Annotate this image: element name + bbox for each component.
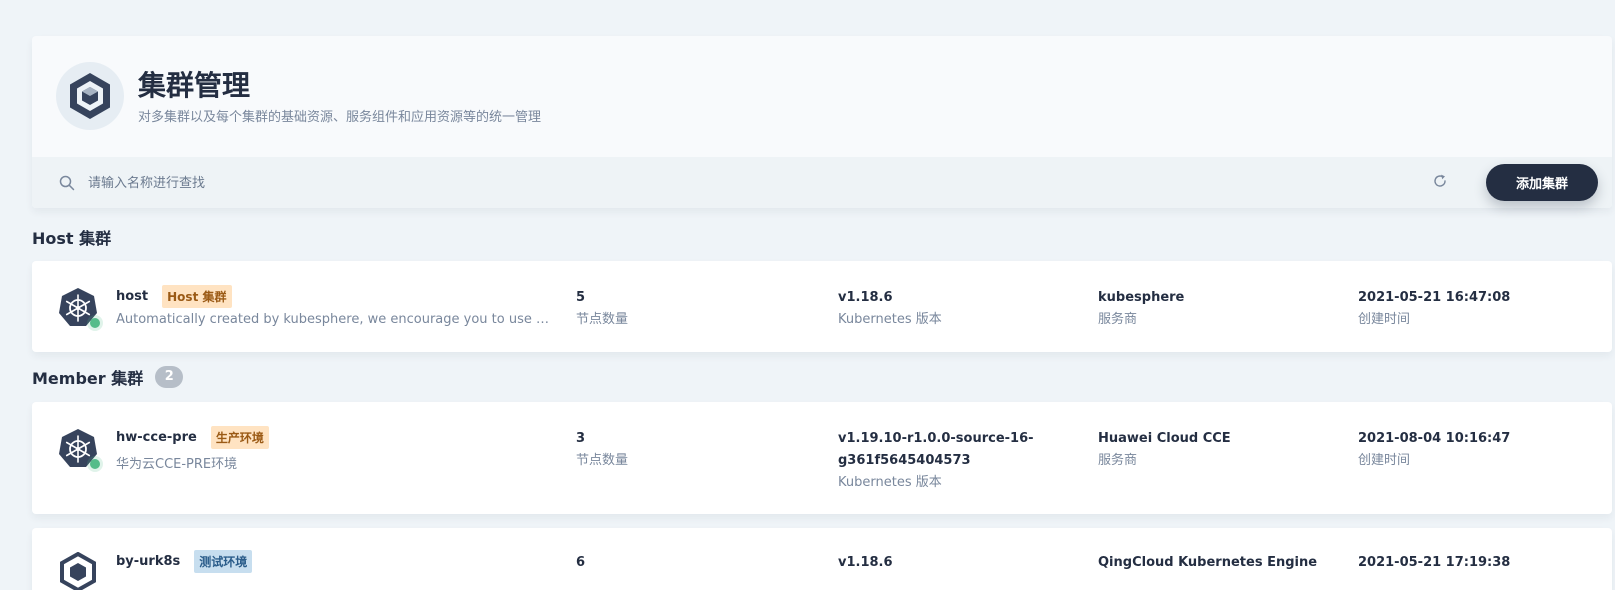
host-section-title: Host 集群 [32,225,111,249]
version-column: v1.18.6 Kubernetes 版本 [838,287,1038,331]
node-count: 5 [576,290,586,305]
cluster-description: Automatically created by kubesphere, we … [116,312,551,327]
created-column: 2021-05-21 17:19:38 [1358,552,1510,574]
cluster-name[interactable]: host [116,289,148,304]
created-column: 2021-08-04 10:16:47 创建时间 [1358,428,1510,472]
provider-label: 服务商 [1098,312,1138,327]
cluster-name[interactable]: hw-cce-pre [116,430,197,445]
cluster-card-host[interactable]: host Host 集群 Automatically created by ku… [32,261,1612,352]
cluster-name-row: hw-cce-pre 生产环境 [116,426,269,449]
created-time: 2021-08-04 10:16:47 [1358,431,1511,446]
page-description: 对多集群以及每个集群的基础资源、服务组件和应用资源等的统一管理 [138,110,542,125]
created-time-label: 创建时间 [1358,453,1411,468]
provider: Huawei Cloud CCE [1098,431,1231,446]
refresh-icon[interactable] [1432,173,1448,189]
node-count-column: 6 [576,552,585,574]
cluster-icon [60,552,96,590]
search-toolbar [32,157,1612,208]
cluster-card-by-urk8s[interactable]: by-urk8s 测试环境 6 v1.18.6 QingCloud Kubern… [32,528,1612,590]
node-count-label: 节点数量 [576,312,629,327]
cluster-tag: 测试环境 [194,550,253,573]
created-time: 2021-05-21 17:19:38 [1358,555,1511,570]
node-count-column: 5 节点数量 [576,287,628,331]
search-input[interactable] [88,167,1288,199]
created-column: 2021-05-21 16:47:08 创建时间 [1358,287,1510,331]
status-dot [90,459,100,469]
page-title: 集群管理 [138,69,251,102]
node-count: 3 [576,431,586,446]
status-dot [90,318,100,328]
created-time-label: 创建时间 [1358,312,1411,327]
kubernetes-version-label: Kubernetes 版本 [838,475,942,490]
cluster-management-page: 集群管理 对多集群以及每个集群的基础资源、服务组件和应用资源等的统一管理 添加集… [0,0,1615,590]
member-section-label: Member 集群 [32,369,144,388]
member-section-title: Member 集群 2 [32,365,184,389]
node-count: 6 [576,555,586,570]
provider-label: 服务商 [1098,453,1138,468]
provider-column: kubesphere 服务商 [1098,287,1184,331]
version-column: v1.19.10-r1.0.0-source-16-g361f564540457… [838,428,1038,494]
cube-icon [56,62,124,130]
node-count-column: 3 节点数量 [576,428,628,472]
member-count-badge: 2 [155,366,184,388]
search-icon [59,175,75,191]
cluster-name[interactable]: by-urk8s [116,554,180,569]
page-header: 集群管理 对多集群以及每个集群的基础资源、服务组件和应用资源等的统一管理 [32,36,1612,208]
node-count-label: 节点数量 [576,453,629,468]
provider: QingCloud Kubernetes Engine [1098,555,1318,570]
kubernetes-version-label: Kubernetes 版本 [838,312,942,327]
cluster-name-row: host Host 集群 [116,285,232,308]
host-section-label: Host 集群 [32,229,112,248]
version-column: v1.18.6 [838,552,1038,574]
cluster-name-row: by-urk8s 测试环境 [116,550,253,573]
cluster-description: 华为云CCE-PRE环境 [116,457,238,472]
provider: kubesphere [1098,290,1185,305]
created-time: 2021-05-21 16:47:08 [1358,290,1511,305]
cluster-tag: Host 集群 [162,285,232,308]
kubernetes-version: v1.18.6 [838,555,893,570]
provider-column: Huawei Cloud CCE 服务商 [1098,428,1231,472]
provider-column: QingCloud Kubernetes Engine [1098,552,1317,574]
add-cluster-button[interactable]: 添加集群 [1486,164,1598,201]
cluster-card-hw-cce-pre[interactable]: hw-cce-pre 生产环境 华为云CCE-PRE环境 3 节点数量 v1.1… [32,402,1612,514]
cluster-tag: 生产环境 [210,426,269,449]
kubernetes-version: v1.19.10-r1.0.0-source-16-g361f564540457… [838,431,1034,468]
kubernetes-version: v1.18.6 [838,290,893,305]
header-info: 集群管理 对多集群以及每个集群的基础资源、服务组件和应用资源等的统一管理 [32,36,1612,157]
